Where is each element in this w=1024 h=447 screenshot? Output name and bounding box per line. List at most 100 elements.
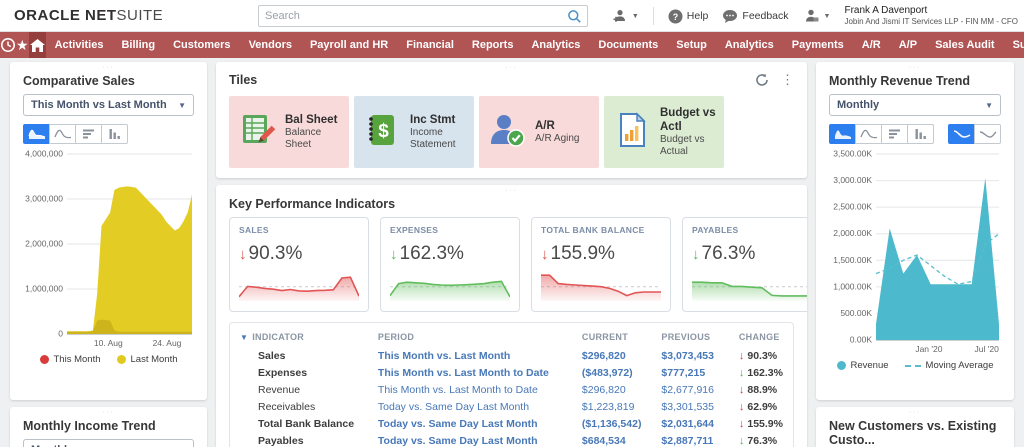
area-chart-type-button[interactable] — [23, 124, 50, 144]
star-icon: ★ — [16, 38, 29, 52]
kpi-card-total-bank-balance[interactable]: TOTAL BANK BALANCE ↓ 155.9% — [531, 217, 671, 312]
monthly-income-title: Monthly Income Trend — [23, 419, 194, 433]
line-chart-icon — [860, 128, 878, 140]
trend-down-arrow-icon: ↓ — [390, 246, 398, 263]
vbar-chart-type-button[interactable] — [101, 124, 128, 144]
shortcuts-button[interactable]: ★ — [16, 32, 29, 58]
refresh-button[interactable] — [755, 73, 769, 87]
horizontal-bars-icon — [82, 128, 96, 140]
comparative-sales-chart[interactable]: 4,000,0003,000,0002,000,0001,000,000010.… — [23, 148, 194, 348]
netsuite-logo[interactable]: ORACLE NETSUITE — [14, 7, 163, 24]
svg-text:1,000.00K: 1,000.00K — [833, 281, 872, 291]
global-search-input[interactable] — [265, 6, 560, 26]
hbar-chart-type-button[interactable] — [881, 124, 908, 144]
chart-type-group — [23, 124, 128, 144]
kpi-row-payables[interactable]: Payables Today vs. Same Day Last Month$6… — [240, 432, 783, 447]
vertical-bars-icon — [108, 128, 122, 140]
monthly-revenue-panel: ∙∙∙ Monthly Revenue Trend Monthly ▼ 3,50… — [816, 62, 1014, 400]
recent-records-button[interactable] — [0, 32, 16, 58]
feedback-button[interactable]: Feedback — [722, 9, 788, 24]
kpi-card-sales[interactable]: SALES ↓ 90.3% — [229, 217, 369, 312]
drag-handle[interactable]: ∙∙∙ — [103, 64, 115, 71]
nav-item-a-p-13[interactable]: A/P — [890, 32, 926, 58]
role-switcher[interactable]: ▼ — [803, 8, 831, 24]
quick-add-button[interactable]: ▼ — [612, 8, 639, 24]
tile-a-r[interactable]: A/R A/R Aging — [479, 96, 599, 168]
legend-item-this-month[interactable]: This Month — [40, 354, 101, 365]
drag-handle[interactable]: ∙∙∙ — [506, 64, 518, 71]
tile-subtitle: Income Statement — [410, 127, 466, 151]
trend-down-arrow-icon: ↓ — [239, 246, 247, 263]
smooth-curve-icon — [953, 128, 971, 140]
svg-text:24. Aug: 24. Aug — [153, 338, 182, 348]
right-column: ∙∙∙ Monthly Revenue Trend Monthly ▼ 3,50… — [816, 62, 1014, 447]
svg-text:Jan '20: Jan '20 — [915, 344, 942, 354]
help-button[interactable]: ? Help — [668, 9, 709, 24]
hbar-chart-type-button[interactable] — [75, 124, 102, 144]
nav-item-suiteapps-15[interactable]: SuiteApps — [1004, 32, 1024, 58]
drag-handle[interactable]: ∙∙∙ — [909, 409, 921, 416]
chevron-down-icon: ▼ — [824, 13, 831, 20]
header-divider — [653, 7, 654, 25]
feedback-icon — [722, 9, 738, 24]
drag-handle[interactable]: ∙∙∙ — [103, 409, 115, 416]
tile-budget-vs-actl[interactable]: Budget vs Actl Budget vs Actual — [604, 96, 724, 168]
nav-item-documents-8[interactable]: Documents — [589, 32, 667, 58]
left-column: ∙∙∙ Comparative Sales This Month vs Last… — [10, 62, 207, 447]
help-icon: ? — [668, 9, 683, 24]
monthly-revenue-chart[interactable]: 3,500.00K3,000.00K2,500.00K2,000.00K1,50… — [829, 148, 1001, 354]
kpi-row-expenses[interactable]: Expenses This Month vs. Last Month to Da… — [240, 364, 783, 381]
change-down-arrow-icon: ↓ — [739, 435, 745, 447]
nav-item-customers-2[interactable]: Customers — [164, 32, 239, 58]
tile-title: Inc Stmt — [410, 113, 466, 127]
nav-item-a-r-12[interactable]: A/R — [853, 32, 890, 58]
nav-item-analytics-7[interactable]: Analytics — [522, 32, 589, 58]
kpi-table: ▼INDICATOR PERIODCURRENT PREVIOUSCHANGE … — [240, 329, 783, 447]
nav-item-reports-6[interactable]: Reports — [463, 32, 523, 58]
legend-item-last-month[interactable]: Last Month — [117, 354, 178, 365]
kpi-card-value: 90.3% — [249, 243, 303, 265]
home-button[interactable] — [29, 32, 46, 58]
drag-handle[interactable]: ∙∙∙ — [506, 187, 518, 194]
legend-item-moving-average[interactable]: Moving Average — [905, 360, 994, 371]
kpi-row-revenue[interactable]: Revenue This Month vs. Last Month to Dat… — [240, 381, 783, 398]
tile-bal-sheet[interactable]: Bal Sheet Balance Sheet — [229, 96, 349, 168]
area-chart-type-button[interactable] — [829, 124, 856, 144]
nav-item-billing-1[interactable]: Billing — [112, 32, 164, 58]
kpi-card-label: TOTAL BANK BALANCE — [541, 225, 661, 235]
line-chart-type-button[interactable] — [49, 124, 76, 144]
nav-item-analytics-10[interactable]: Analytics — [716, 32, 783, 58]
period-select-value: Monthly — [837, 99, 879, 111]
user-info[interactable]: Frank A Davenport Jobin And Jismi IT Ser… — [844, 5, 1018, 27]
nav-item-vendors-3[interactable]: Vendors — [240, 32, 301, 58]
nav-item-payroll-and-hr-4[interactable]: Payroll and HR — [301, 32, 397, 58]
kpi-row-total-bank-balance[interactable]: Total Bank Balance Today vs. Same Day La… — [240, 415, 783, 432]
vbar-chart-type-button[interactable] — [907, 124, 934, 144]
tile-inc-stmt[interactable]: $ Inc Stmt Income Statement — [354, 96, 474, 168]
kpi-row-sales[interactable]: Sales This Month vs. Last Month$296,820$… — [240, 347, 783, 364]
nav-item-setup-9[interactable]: Setup — [667, 32, 716, 58]
kpi-row-receivables[interactable]: Receivables Today vs. Same Day Last Mont… — [240, 398, 783, 415]
kpi-card-payables[interactable]: PAYABLES ↓ 76.3% — [682, 217, 807, 312]
kpi-card-label: EXPENSES — [390, 225, 510, 235]
legend-item-revenue[interactable]: Revenue — [837, 360, 889, 371]
line-chart-type-button[interactable] — [855, 124, 882, 144]
smoothing-toggle-group — [948, 124, 1001, 144]
comparative-sales-period-select[interactable]: This Month vs Last Month ▼ — [23, 94, 194, 116]
panel-menu-button[interactable]: ⋮ — [781, 72, 794, 88]
kpi-card-value: 162.3% — [400, 243, 464, 265]
user-role: Jobin And Jismi IT Services LLP - FIN MM… — [844, 17, 1018, 27]
monthly-income-period-select[interactable]: Monthly ▼ — [23, 439, 194, 447]
nav-item-sales-audit-14[interactable]: Sales Audit — [926, 32, 1004, 58]
nav-item-financial-5[interactable]: Financial — [397, 32, 463, 58]
monthly-revenue-period-select[interactable]: Monthly ▼ — [829, 94, 1001, 116]
drag-handle[interactable]: ∙∙∙ — [909, 64, 921, 71]
nav-item-activities-0[interactable]: Activities — [46, 32, 113, 58]
search-icon[interactable] — [567, 9, 582, 24]
smooth-curve-button[interactable] — [948, 124, 975, 144]
sort-caret-icon[interactable]: ▼ — [240, 333, 248, 342]
stepped-curve-button[interactable] — [974, 124, 1001, 144]
kpi-card-expenses[interactable]: EXPENSES ↓ 162.3% — [380, 217, 520, 312]
kpi-cards-row: SALES ↓ 90.3% EXPENSES ↓ 162.3% TOTAL BA… — [229, 217, 794, 312]
nav-item-payments-11[interactable]: Payments — [783, 32, 853, 58]
